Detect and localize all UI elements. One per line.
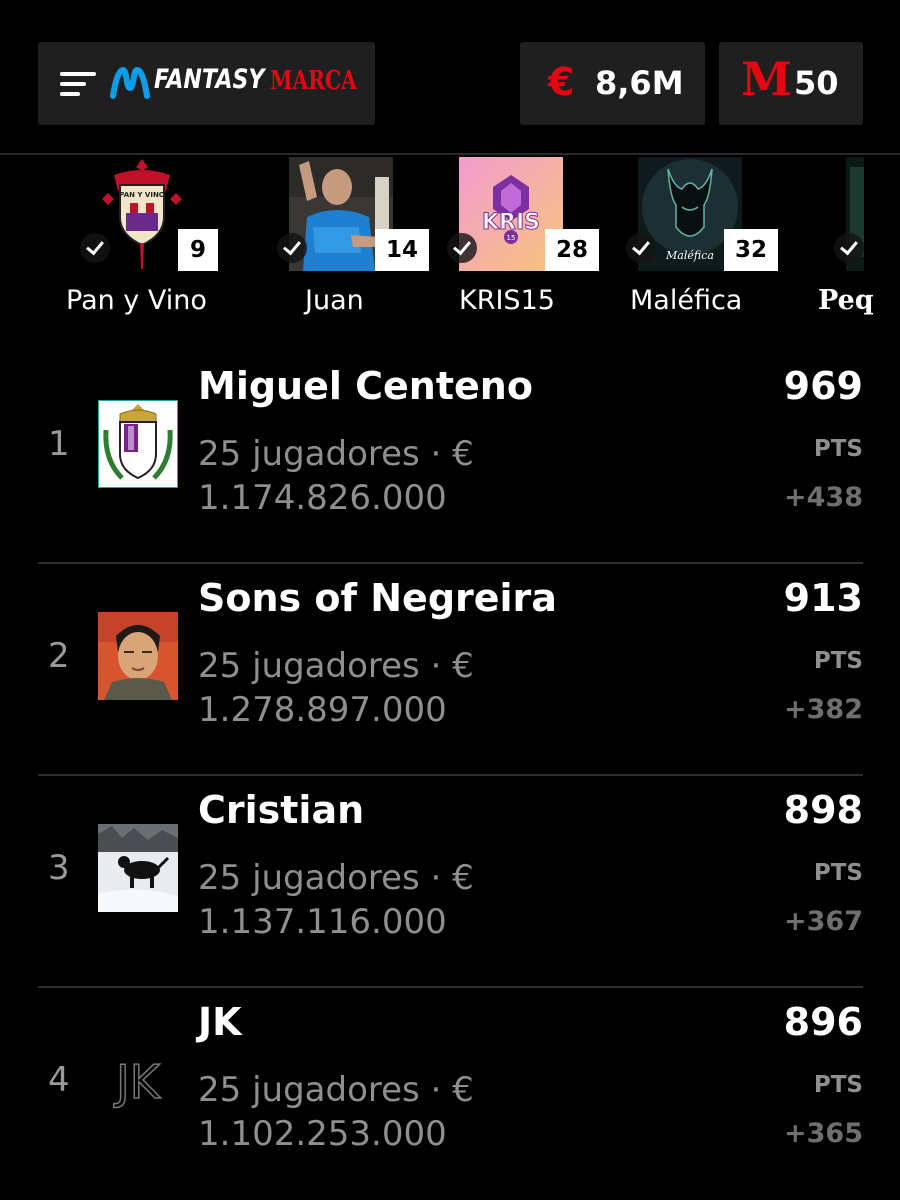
team-name: JK	[198, 1000, 242, 1044]
team-details: 25 jugadores · € 1.102.253.000	[198, 1068, 474, 1156]
points-label: PTS	[813, 436, 863, 462]
svg-text:JK: JK	[113, 1055, 162, 1109]
brand-marca-text: MARCA	[270, 66, 357, 96]
team-count-badge: 9	[178, 229, 218, 271]
team-name: Peq	[818, 285, 874, 316]
budget-display[interactable]: € 8,6M	[520, 42, 705, 125]
points-label: PTS	[813, 860, 863, 886]
team-details: 25 jugadores · € 1.137.116.000	[198, 856, 474, 944]
points-delta: +438	[784, 482, 863, 513]
players-count: 25 jugadores · €	[198, 1070, 474, 1110]
svg-text:15: 15	[507, 234, 516, 242]
coins-value: 50	[794, 64, 839, 102]
svg-text:Maléfica: Maléfica	[665, 249, 714, 262]
team-avatar: JK	[98, 1036, 178, 1124]
movistar-logo-icon	[110, 66, 150, 99]
selected-check-icon	[277, 233, 307, 263]
team-avatar	[98, 612, 178, 700]
team-avatar	[98, 824, 178, 912]
team-value: 1.174.826.000	[198, 478, 447, 518]
points-delta: +382	[784, 694, 863, 725]
hamburger-menu-icon[interactable]	[60, 72, 98, 96]
team-points: 896	[783, 1000, 863, 1044]
team-name: Pan y Vino	[66, 285, 207, 316]
points-label: PTS	[813, 1072, 863, 1098]
team-count-badge: 32	[724, 229, 778, 271]
rank-position: 3	[48, 848, 70, 888]
team-value: 1.102.253.000	[198, 1114, 447, 1154]
points-delta: +367	[784, 906, 863, 937]
selected-check-icon	[834, 233, 864, 263]
rank-position: 4	[48, 1060, 70, 1100]
team-count-badge: 28	[545, 229, 599, 271]
team-name: Sons of Negreira	[198, 576, 557, 620]
carousel-team-juan[interactable]: 14 Juan	[277, 157, 464, 332]
team-details: 25 jugadores · € 1.174.826.000	[198, 432, 474, 520]
team-value: 1.137.116.000	[198, 902, 447, 942]
team-name: Maléfica	[630, 285, 743, 316]
team-points: 898	[783, 788, 863, 832]
players-count: 25 jugadores · €	[198, 646, 474, 686]
euro-icon: €	[548, 60, 575, 104]
ranking-row[interactable]: 2 Sons of Negreira 25 jugadores · € 1.27…	[38, 564, 863, 776]
team-points: 969	[783, 364, 863, 408]
team-name: Miguel Centeno	[198, 364, 533, 408]
carousel-team-peq[interactable]: Peq	[818, 157, 900, 332]
brand-fantasy-text: FANTASY	[154, 64, 265, 95]
selected-check-icon	[447, 233, 477, 263]
selected-check-icon	[626, 233, 656, 263]
carousel-team-pan-y-vino[interactable]: PAN Y VINO 9 Pan y Vino	[66, 157, 265, 332]
team-points: 913	[783, 576, 863, 620]
rank-position: 1	[48, 424, 70, 464]
points-label: PTS	[813, 648, 863, 674]
top-bar: FANTASY MARCA € 8,6M M 50	[0, 0, 900, 155]
brand-menu-button[interactable]: FANTASY MARCA	[38, 42, 375, 125]
team-name: KRIS15	[459, 285, 555, 316]
team-count-badge: 14	[375, 229, 429, 271]
team-details: 25 jugadores · € 1.278.897.000	[198, 644, 474, 732]
team-name: Cristian	[198, 788, 365, 832]
players-count: 25 jugadores · €	[198, 434, 474, 474]
team-name: Juan	[305, 285, 364, 316]
points-delta: +365	[784, 1118, 863, 1149]
team-avatar	[98, 400, 178, 488]
rank-position: 2	[48, 636, 70, 676]
players-count: 25 jugadores · €	[198, 858, 474, 898]
ranking-row[interactable]: 1 Miguel Centeno 25 jugadores · € 1.174.…	[38, 352, 863, 564]
carousel-team-kris15[interactable]: KRIS 15 28 KRIS15	[447, 157, 634, 332]
budget-value: 8,6M	[595, 64, 684, 102]
carousel-team-malefica[interactable]: Maléfica 32 Maléfica	[626, 157, 813, 332]
svg-text:PAN Y VINO: PAN Y VINO	[119, 191, 165, 199]
ranking-row[interactable]: 4 JK JK 25 jugadores · € 1.102.253.000 8…	[38, 988, 863, 1200]
team-value: 1.278.897.000	[198, 690, 447, 730]
selected-check-icon	[80, 233, 110, 263]
teams-carousel[interactable]: PAN Y VINO 9 Pan y Vino 14 Juan KRIS 15 …	[0, 157, 900, 332]
ranking-row[interactable]: 3 Cristian 25 jugadores · € 1.137.116.00…	[38, 776, 863, 988]
coins-display[interactable]: M 50	[719, 42, 863, 125]
marca-m-icon: M	[741, 52, 792, 106]
